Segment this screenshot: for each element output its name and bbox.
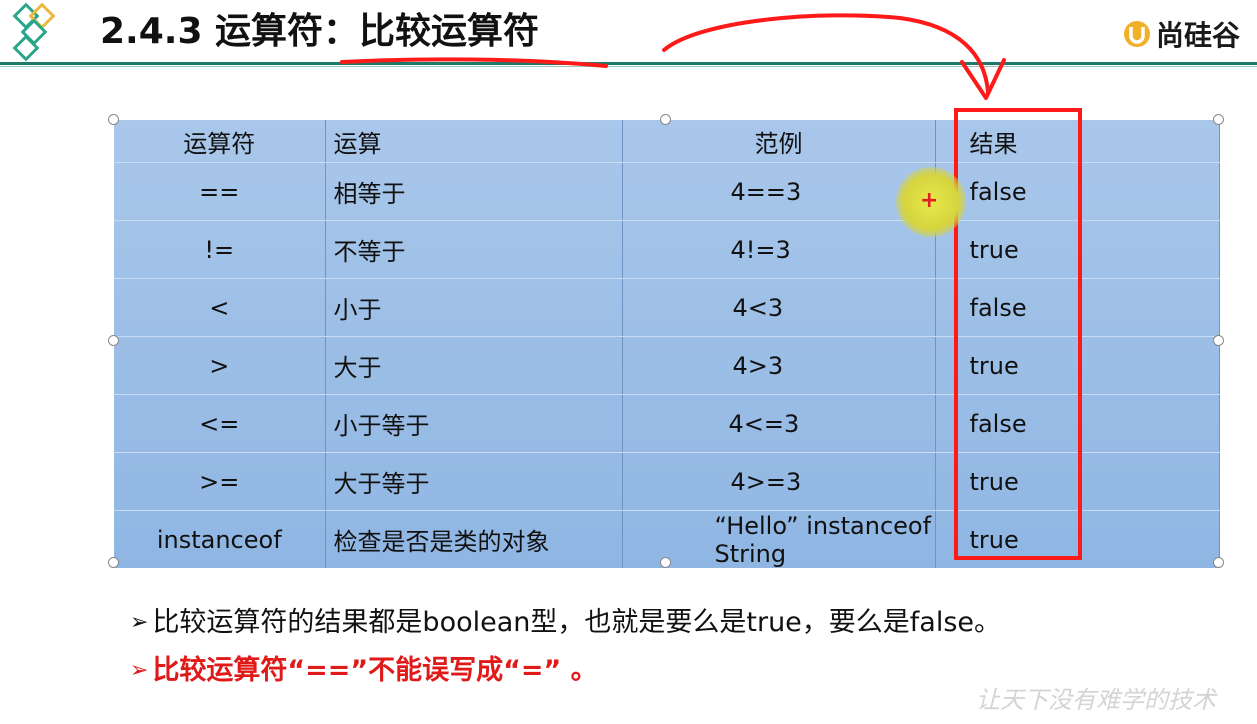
- cell-operator: >=: [114, 452, 326, 511]
- selection-handle[interactable]: [1213, 335, 1224, 346]
- title-divider: [0, 62, 1257, 65]
- cell-operation: 大于等于: [325, 452, 623, 511]
- selection-handle[interactable]: [660, 557, 671, 568]
- cell-example: 4!=3: [622, 220, 936, 279]
- note-equals-warning: ➢ 比较运算符“==”不能误写成“=” 。: [130, 648, 598, 687]
- cell-operator: <: [114, 278, 326, 337]
- header-operation: 运算: [325, 120, 623, 163]
- selection-handle[interactable]: [660, 114, 671, 125]
- cell-example: 4<=3: [622, 394, 936, 453]
- cell-operation: 检查是否是类的对象: [325, 510, 623, 568]
- bullet-arrow-icon: ➢: [130, 658, 149, 683]
- note-text: 比较运算符的结果都是boolean型，也就是要么是true，要么是false。: [152, 607, 1002, 638]
- title-divider-thin: [0, 66, 1257, 67]
- diamond-logo-icon: [12, 2, 56, 62]
- crosshair-cursor-icon: +: [920, 188, 939, 213]
- note-text: 比较运算符“==”不能误写成“=” 。: [152, 655, 598, 686]
- cell-example: 4>=3: [622, 452, 936, 511]
- selection-handle[interactable]: [108, 557, 119, 568]
- cell-operation: 相等于: [325, 162, 623, 221]
- header-operator: 运算符: [114, 120, 326, 163]
- brand-u-icon: [1124, 21, 1150, 47]
- cell-example: 4>3: [622, 336, 936, 395]
- watermark: 让天下没有难学的技术: [976, 686, 1216, 714]
- cell-operator: instanceof: [114, 510, 326, 568]
- slide-title: 2.4.3 运算符：比较运算符: [100, 11, 540, 52]
- selection-handle[interactable]: [108, 335, 119, 346]
- cell-operation: 大于: [325, 336, 623, 395]
- bullet-arrow-icon: ➢: [130, 610, 149, 635]
- title-bar: 2.4.3 运算符：比较运算符 尚硅谷: [0, 0, 1257, 64]
- cell-operation: 小于等于: [325, 394, 623, 453]
- cell-operator: <=: [114, 394, 326, 453]
- selection-handle[interactable]: [1213, 114, 1224, 125]
- cell-example: 4<3: [622, 278, 936, 337]
- header-example: 范例: [622, 120, 936, 163]
- selection-handle[interactable]: [1213, 557, 1224, 568]
- selection-handle[interactable]: [108, 114, 119, 125]
- brand-name: 尚硅谷: [1156, 19, 1241, 52]
- brand-logo: 尚硅谷: [1122, 16, 1240, 52]
- cell-operation: 不等于: [325, 220, 623, 279]
- cell-operator: !=: [114, 220, 326, 279]
- result-column-highlight: [954, 108, 1082, 560]
- cell-operator: >: [114, 336, 326, 395]
- cell-operator: ==: [114, 162, 326, 221]
- cell-example: 4==3: [622, 162, 936, 221]
- note-boolean-result: ➢ 比较运算符的结果都是boolean型，也就是要么是true，要么是false。: [130, 600, 1001, 639]
- cell-operation: 小于: [325, 278, 623, 337]
